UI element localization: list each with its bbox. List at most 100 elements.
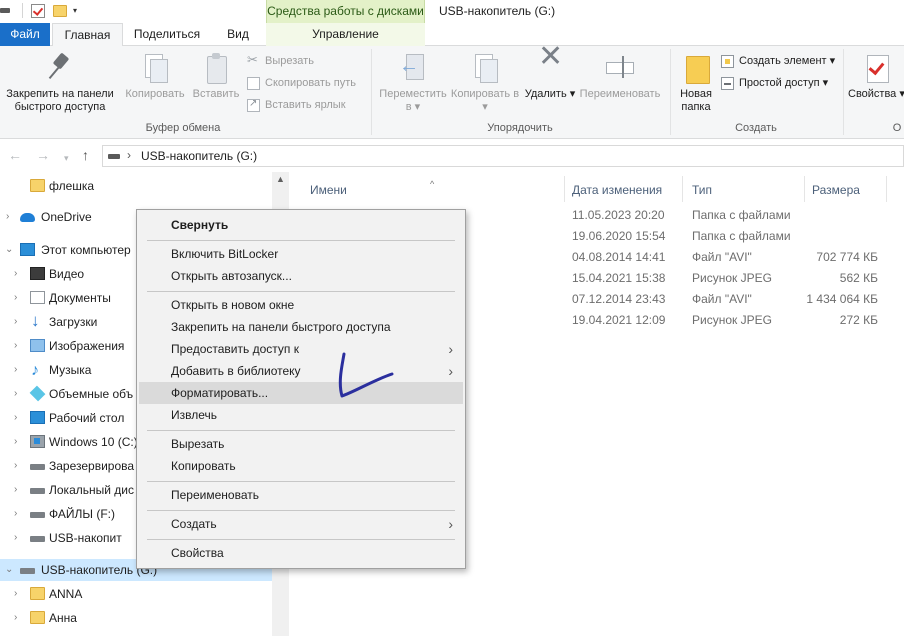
expand-chevron-icon[interactable]: ›	[14, 359, 17, 381]
easy-access-label: Простой доступ ▾	[739, 77, 829, 89]
column-header-type[interactable]: Тип	[692, 180, 712, 200]
menu-item-label: Предоставить доступ к	[171, 342, 299, 356]
expand-chevron-icon[interactable]: ›	[14, 455, 17, 477]
shortcut-icon	[247, 97, 260, 112]
tree-item-label: Этот компьютер	[41, 243, 131, 257]
expand-chevron-icon[interactable]: ›	[14, 479, 17, 501]
file-type: Рисунок JPEG	[692, 313, 772, 327]
file-type: Папка с файлами	[692, 229, 791, 243]
computer-icon	[20, 243, 35, 256]
column-divider[interactable]	[804, 176, 805, 202]
breadcrumb-chevron-icon[interactable]: ›	[127, 148, 131, 162]
ribbon-divider	[670, 49, 671, 135]
new-item-button[interactable]: Создать элемент ▾	[721, 54, 835, 72]
collapse-chevron-icon[interactable]: ⌄	[5, 559, 13, 581]
tree-item-label: ФАЙЛЫ (F:)	[49, 507, 115, 521]
menu-item-properties[interactable]: Свойства	[139, 542, 463, 564]
folder-icon	[30, 179, 45, 192]
tab-manage[interactable]: Управление	[266, 23, 425, 46]
move-to-button[interactable]: Переместить в ▾	[376, 52, 450, 114]
file-date: 19.06.2020 15:54	[572, 229, 666, 243]
clipboard-icon	[200, 52, 232, 84]
expand-chevron-icon[interactable]: ›	[14, 431, 17, 453]
recent-locations-chevron-icon[interactable]: ▾	[64, 150, 69, 166]
copy-path-button[interactable]: Скопировать путь	[247, 76, 356, 94]
menu-item-add-library[interactable]: Добавить в библиотеку ›	[139, 360, 463, 382]
menu-item-eject[interactable]: Извлечь	[139, 404, 463, 426]
paste-label: Вставить	[192, 88, 240, 100]
delete-button[interactable]: Удалить ▾	[524, 50, 576, 101]
new-folder-quick-icon[interactable]	[53, 5, 67, 17]
menu-item-open-new-window[interactable]: Открыть в новом окне	[139, 294, 463, 316]
expand-chevron-icon[interactable]: ›	[14, 287, 17, 309]
column-divider[interactable]	[682, 176, 683, 202]
tree-item-label: Музыка	[49, 363, 92, 377]
folder-icon	[30, 611, 45, 624]
forward-arrow-icon[interactable]: →	[36, 147, 50, 163]
rename-button[interactable]: Переименовать	[574, 52, 666, 101]
menu-item-collapse[interactable]: Свернуть	[139, 214, 463, 236]
menu-item-rename[interactable]: Переименовать	[139, 484, 463, 506]
menu-item-give-access[interactable]: Предоставить доступ к ›	[139, 338, 463, 360]
address-bar[interactable]: › USB-накопитель (G:)	[102, 145, 904, 167]
expand-chevron-icon[interactable]: ›	[14, 583, 17, 605]
expand-chevron-icon[interactable]: ›	[14, 311, 17, 333]
tree-item-label: Изображения	[49, 339, 125, 353]
column-header-label: Имени	[310, 183, 347, 197]
paste-shortcut-button[interactable]: Вставить ярлык	[247, 97, 346, 116]
organize-group-label: Упорядочить	[487, 122, 553, 134]
menu-item-autoplay[interactable]: Открыть автозапуск...	[139, 265, 463, 287]
copy-to-icon	[469, 52, 501, 84]
paste-button[interactable]: Вставить	[190, 52, 242, 101]
expand-chevron-icon[interactable]: ›	[6, 206, 9, 228]
expand-chevron-icon[interactable]: ›	[14, 263, 17, 285]
video-icon	[30, 267, 45, 280]
expand-chevron-icon[interactable]: ›	[14, 335, 17, 357]
tree-item-label: Рабочий стол	[49, 411, 125, 425]
column-divider[interactable]	[564, 176, 565, 202]
easy-access-button[interactable]: Простой доступ ▾	[721, 76, 828, 94]
menu-item-pin-quick-access[interactable]: Закрепить на панели быстрого доступа	[139, 316, 463, 338]
new-folder-button[interactable]: Новая папка	[674, 52, 718, 114]
file-size: 272 КБ	[839, 313, 878, 327]
expand-chevron-icon[interactable]: ›	[14, 527, 17, 549]
menu-item-bitlocker[interactable]: Включить BitLocker	[139, 243, 463, 265]
customize-quick-access-icon[interactable]: ▾	[73, 7, 81, 15]
music-icon	[30, 360, 45, 382]
column-divider[interactable]	[886, 176, 887, 202]
expand-chevron-icon[interactable]: ›	[14, 503, 17, 525]
up-arrow-icon[interactable]: ↑	[82, 147, 89, 163]
tree-item-flashka[interactable]: флешка	[0, 175, 272, 197]
menu-item-cut[interactable]: Вырезать	[139, 433, 463, 455]
images-icon	[30, 339, 45, 352]
file-type: Файл "AVI"	[692, 292, 752, 306]
pin-quick-access-label: Закрепить на панели быстрого доступа	[6, 88, 114, 113]
menu-item-copy[interactable]: Копировать	[139, 455, 463, 477]
tree-item-anna-latin[interactable]: › ANNA	[0, 583, 272, 605]
cut-button[interactable]: Вырезать	[247, 53, 314, 72]
scroll-up-arrow-icon[interactable]: ▲	[272, 174, 289, 188]
expand-chevron-icon[interactable]: ›	[14, 607, 17, 629]
menu-item-create[interactable]: Создать ›	[139, 513, 463, 535]
column-header-size[interactable]: Размера	[812, 180, 860, 200]
column-header-name[interactable]: Имени ^	[310, 179, 434, 200]
tab-file[interactable]: Файл	[0, 23, 50, 46]
move-to-icon	[397, 52, 429, 84]
column-header-date[interactable]: Дата изменения	[572, 180, 662, 200]
breadcrumb[interactable]: USB-накопитель (G:)	[141, 149, 257, 163]
expand-chevron-icon[interactable]: ›	[14, 383, 17, 405]
menu-item-format[interactable]: Форматировать...	[139, 382, 463, 404]
tab-home[interactable]: Главная	[52, 23, 123, 47]
collapse-chevron-icon[interactable]: ⌄	[5, 239, 13, 261]
copy-to-button[interactable]: Копировать в ▾	[450, 52, 520, 114]
properties-button[interactable]: Свойства ▾	[848, 52, 904, 101]
ribbon-divider	[371, 49, 372, 135]
tab-view[interactable]: Вид	[216, 23, 260, 46]
copy-button[interactable]: Копировать	[122, 52, 188, 101]
properties-quick-icon[interactable]	[31, 4, 45, 18]
pin-quick-access-button[interactable]: Закрепить на панели быстрого доступа	[2, 52, 118, 114]
tab-share[interactable]: Поделиться	[127, 23, 207, 46]
back-arrow-icon[interactable]: ←	[8, 147, 22, 163]
tree-item-anna[interactable]: › Анна	[0, 607, 272, 629]
expand-chevron-icon[interactable]: ›	[14, 407, 17, 429]
